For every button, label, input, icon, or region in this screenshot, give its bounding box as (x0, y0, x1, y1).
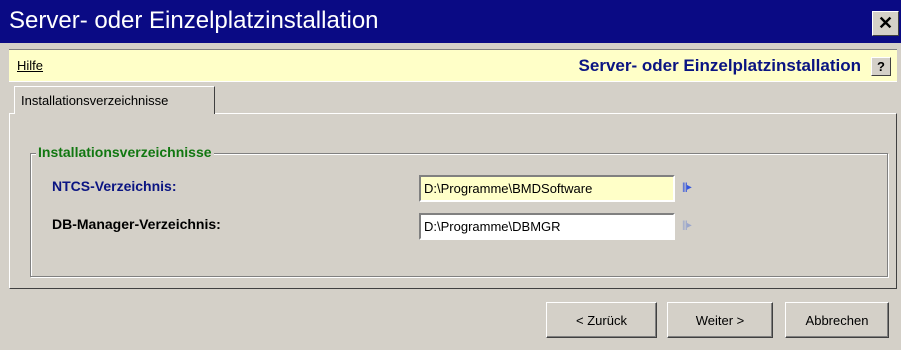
back-button[interactable]: < Zurück (546, 302, 657, 338)
ntcs-label: NTCS-Verzeichnis: (52, 178, 177, 194)
ntcs-directory-input[interactable] (419, 175, 675, 202)
close-icon: ✕ (877, 13, 894, 33)
close-button[interactable]: ✕ (872, 11, 899, 36)
dbmgr-browse-icon[interactable]: |||▸ (682, 220, 692, 231)
help-bar: Hilfe Server- oder Einzelplatzinstallati… (9, 49, 897, 82)
tab-installationsverzeichnisse[interactable]: Installationsverzeichnisse (14, 86, 215, 114)
title-bar: Server- oder Einzelplatzinstallation ✕ (0, 0, 901, 43)
tab-label: Installationsverzeichnisse (21, 93, 169, 108)
next-button[interactable]: Weiter > (667, 302, 773, 338)
group-title: Installationsverzeichnisse (36, 144, 214, 160)
cancel-button[interactable]: Abbrechen (785, 302, 889, 338)
menu-help[interactable]: Hilfe (17, 58, 43, 73)
question-icon: ? (877, 59, 885, 74)
window-title: Server- oder Einzelplatzinstallation (9, 7, 379, 34)
help-button[interactable]: ? (871, 57, 891, 76)
dbmgr-directory-input[interactable] (419, 213, 675, 240)
dbmgr-label: DB-Manager-Verzeichnis: (52, 216, 221, 232)
help-bar-title: Server- oder Einzelplatzinstallation (578, 56, 861, 75)
ntcs-browse-icon[interactable]: |||▸ (682, 182, 692, 193)
